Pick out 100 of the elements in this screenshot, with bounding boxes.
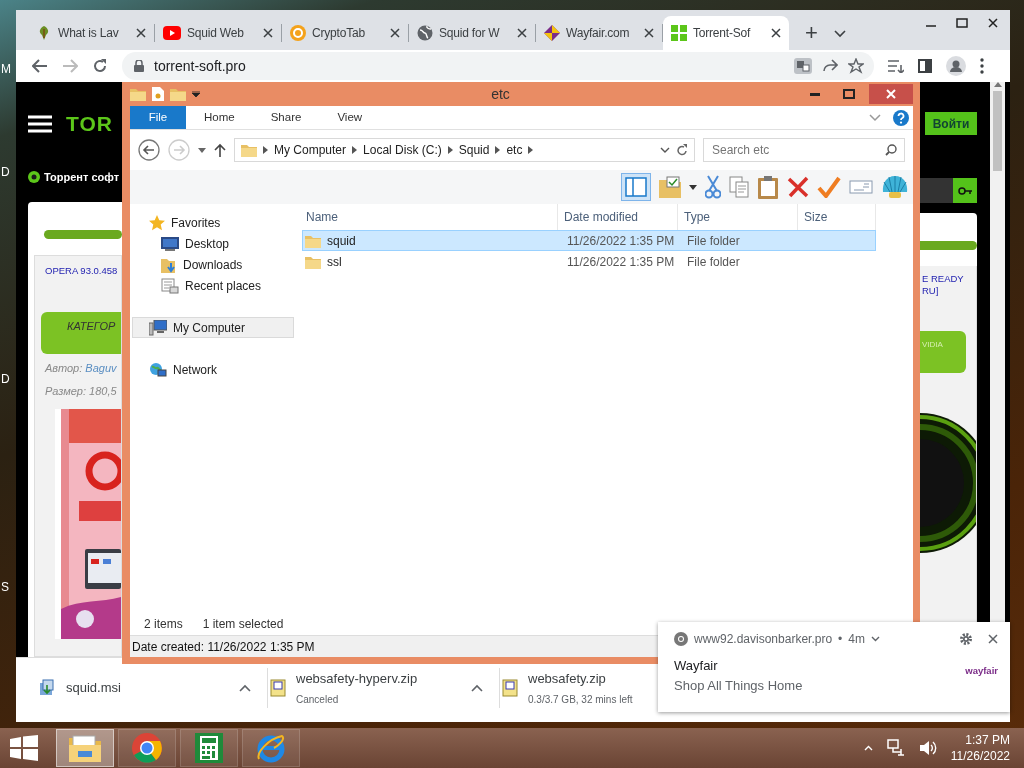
browser-tab[interactable]: Wayfair.com [536,16,662,50]
category-banner: VIDIA [920,331,966,373]
ribbon-tab[interactable]: File [130,106,186,129]
menu-icon[interactable] [980,58,984,74]
nav-item[interactable]: Network [132,359,294,380]
search-icon[interactable] [885,144,897,156]
folder-icon [69,734,101,762]
browser-tab[interactable]: Torrent-Sof [663,16,789,50]
folder-options-icon[interactable] [659,176,681,198]
back-icon[interactable] [138,139,160,161]
share-icon[interactable] [822,59,838,73]
browser-tab[interactable]: Squid for W [409,16,535,50]
taskbar-app[interactable] [242,729,300,767]
chevron-right-icon[interactable] [495,146,501,154]
show-hidden-icons-icon[interactable] [863,745,873,751]
dropdown-icon[interactable] [192,91,200,97]
scrollbar-thumb[interactable] [993,91,1002,171]
ribbon-tab[interactable]: Share [252,106,320,129]
close-icon[interactable] [988,634,998,644]
dropdown-icon[interactable] [660,147,670,153]
clipboard-icon[interactable] [757,175,779,199]
preview-pane-icon[interactable] [621,173,651,201]
caret-up-icon[interactable] [239,684,251,692]
browser-tab[interactable]: CryptoTab [282,16,408,50]
breadcrumb-item[interactable]: Local Disk (C:) [363,141,442,159]
reading-list-icon[interactable] [888,59,904,73]
chevron-right-icon[interactable] [352,146,358,154]
nav-item[interactable]: Downloads [132,254,294,275]
profile-icon[interactable] [946,56,966,76]
breadcrumb-item[interactable]: My Computer [274,141,347,159]
breadcrumb-item[interactable]: etc [506,141,523,159]
network-icon[interactable] [886,739,905,757]
file-size: Размер: 180,5 [45,383,118,399]
volume-icon[interactable] [918,740,937,756]
dropdown-icon[interactable] [689,184,697,190]
checkmark-icon[interactable] [817,176,841,198]
address-bar[interactable]: torrent-soft.pro [122,52,874,80]
chevron-down-icon[interactable] [834,30,846,38]
settings-icon[interactable] [960,633,972,645]
address-bar[interactable]: My Computer Local Disk (C:) Squid etc [234,138,695,162]
post-title[interactable]: RU] [920,285,976,297]
recent-locations-icon[interactable] [198,147,206,153]
chrome-icon [674,632,688,646]
close-button[interactable] [869,84,913,104]
nav-item[interactable]: My Computer [132,317,294,338]
taskbar-app[interactable] [118,729,176,767]
back-arrow-icon[interactable] [32,59,48,73]
nav-item[interactable]: Recent places [132,275,294,296]
shell-icon[interactable] [881,174,909,200]
up-arrow-icon[interactable] [214,143,226,157]
post-title[interactable]: OPERA 93.0.458 [45,264,121,312]
scissors-icon[interactable] [705,175,721,199]
download-item[interactable]: websafety-hyperv.zip Canceled [268,668,500,708]
search-field[interactable]: Search etc [703,138,905,162]
file-row[interactable]: squid 11/26/2022 1:35 PM File folder [302,230,876,251]
delete-icon[interactable] [787,176,809,198]
clock-date[interactable]: 11/26/2022 [950,748,1010,764]
site-logo[interactable]: TOR [66,108,113,140]
post-title[interactable]: E READY [920,273,976,285]
close-icon[interactable] [644,28,654,38]
close-icon[interactable] [517,28,527,38]
new-tab-button[interactable]: + [797,22,826,44]
taskbar-app[interactable] [180,729,238,767]
search-field[interactable] [920,178,953,203]
chevron-right-icon[interactable] [528,146,534,154]
site-link[interactable]: Торрент софт [44,168,120,186]
close-icon[interactable] [136,28,146,38]
search-button[interactable] [953,178,977,203]
ribbon-tab[interactable]: View [319,106,381,129]
reload-icon[interactable] [92,58,108,74]
login-button[interactable]: Войти [925,112,977,135]
taskbar-app[interactable] [56,729,114,767]
chevron-right-icon[interactable] [447,146,453,154]
file-row[interactable]: ssl 11/26/2022 1:35 PM File folder [302,251,876,272]
breadcrumb-item[interactable]: Squid [458,141,490,159]
close-icon[interactable] [988,18,998,28]
refresh-icon[interactable] [676,143,688,157]
desktop-label: D [1,164,10,181]
close-icon[interactable] [771,28,781,38]
browser-tab[interactable]: Squid Web [155,16,281,50]
translate-icon[interactable] [794,58,812,74]
ribbon-tab[interactable]: Home [186,106,253,129]
help-icon[interactable] [893,109,909,126]
clock-time[interactable]: 1:37 PM [950,732,1010,748]
caret-up-icon[interactable] [471,684,483,692]
side-panel-icon[interactable] [918,59,932,73]
zip-file-icon [502,679,518,697]
expand-ribbon-icon[interactable] [869,113,881,122]
hamburger-menu-icon[interactable] [28,115,52,133]
star-icon[interactable] [848,58,864,74]
nav-item[interactable]: Desktop [132,233,294,254]
browser-tab[interactable]: What is Lav [28,16,154,50]
download-item[interactable]: squid.msi [36,668,268,708]
close-icon[interactable] [390,28,400,38]
chevron-right-icon[interactable] [263,146,268,154]
close-icon[interactable] [263,28,273,38]
start-icon[interactable] [10,735,38,761]
chevron-down-icon[interactable] [870,636,880,642]
maximize-icon[interactable] [956,18,968,28]
nav-item[interactable]: Favorites [132,212,294,233]
